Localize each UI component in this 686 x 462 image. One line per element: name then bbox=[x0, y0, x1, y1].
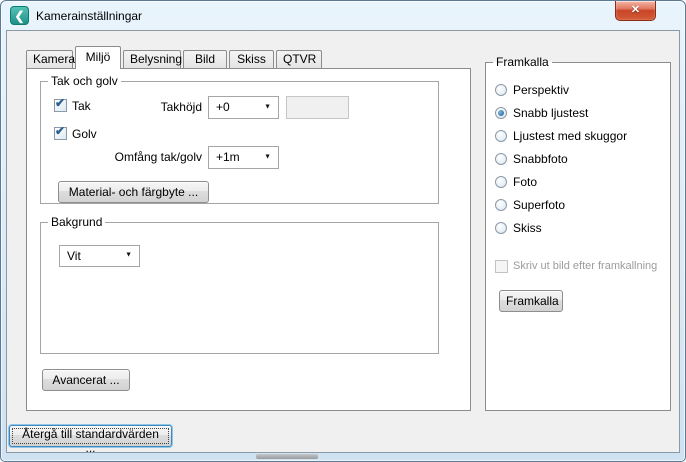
radio-perspektiv[interactable] bbox=[495, 84, 507, 96]
omfang-label: Omfång tak/golv bbox=[101, 150, 202, 164]
framkalla-button[interactable]: Framkalla bbox=[499, 290, 563, 312]
tab-kamera[interactable]: Kamera bbox=[26, 50, 73, 68]
chevron-down-icon: ▼ bbox=[125, 245, 132, 266]
omfang-combobox-value: +1m bbox=[216, 150, 240, 164]
avancerat-button[interactable]: Avancerat ... bbox=[42, 369, 130, 391]
chevron-down-icon: ▼ bbox=[264, 96, 271, 117]
radio-snabbfoto-label: Snabbfoto bbox=[513, 152, 568, 166]
radio-foto[interactable] bbox=[495, 176, 507, 188]
golv-checkbox-label: Golv bbox=[72, 127, 97, 141]
radio-skiss-label: Skiss bbox=[513, 221, 542, 235]
group-bakgrund: Bakgrund Vit ▼ bbox=[40, 215, 439, 354]
chevron-down-icon: ▼ bbox=[264, 146, 271, 167]
resize-grip[interactable] bbox=[256, 454, 318, 459]
radio-ljustest-med-skuggor-label: Ljustest med skuggor bbox=[513, 129, 627, 143]
close-icon: ✕ bbox=[616, 1, 655, 19]
radio-foto-label: Foto bbox=[513, 175, 537, 189]
tak-checkbox[interactable]: ✔ bbox=[54, 99, 67, 112]
material-fargbyte-button[interactable]: Material- och färgbyte ... bbox=[58, 181, 209, 203]
radio-snabbfoto[interactable] bbox=[495, 153, 507, 165]
app-back-icon: ❮ bbox=[10, 6, 29, 25]
check-icon: ✔ bbox=[55, 96, 65, 110]
radio-snabb-ljustest-label: Snabb ljustest bbox=[513, 106, 588, 120]
dialog-client-area: Kamera Miljö Belysning Bild Skiss QTVR T… bbox=[6, 30, 680, 453]
tab-belysning[interactable]: Belysning bbox=[123, 50, 181, 68]
takhojd-combobox-value: +0 bbox=[216, 100, 230, 114]
check-icon: ✔ bbox=[55, 124, 65, 138]
reset-defaults-button[interactable]: Återgå till standardvärden ... bbox=[9, 425, 172, 447]
group-tak-och-golv-label: Tak och golv bbox=[48, 74, 121, 88]
tab-page-miljo: Tak och golv ✔ Tak Takhöjd +0 ▼ ✔ Golv O… bbox=[26, 68, 471, 411]
omfang-combobox[interactable]: +1m ▼ bbox=[208, 146, 279, 169]
window-title: Kamerainställningar bbox=[36, 9, 142, 23]
tak-checkbox-label: Tak bbox=[72, 99, 91, 113]
titlebar[interactable]: ❮ Kamerainställningar ✕ bbox=[1, 1, 685, 30]
takhojd-combobox[interactable]: +0 ▼ bbox=[208, 96, 279, 119]
tab-skiss[interactable]: Skiss bbox=[229, 50, 274, 68]
tab-miljo[interactable]: Miljö bbox=[75, 46, 121, 69]
golv-checkbox[interactable]: ✔ bbox=[54, 127, 67, 140]
bakgrund-combobox-value: Vit bbox=[67, 249, 81, 263]
dialog-window: ❮ Kamerainställningar ✕ Kamera Miljö Bel… bbox=[0, 0, 686, 462]
radio-superfoto[interactable] bbox=[495, 199, 507, 211]
takhojd-input-disabled bbox=[286, 96, 349, 119]
radio-superfoto-label: Superfoto bbox=[513, 198, 565, 212]
radio-skiss[interactable] bbox=[495, 222, 507, 234]
tab-bild[interactable]: Bild bbox=[183, 50, 227, 68]
bakgrund-combobox[interactable]: Vit ▼ bbox=[59, 245, 140, 267]
group-framkalla: Framkalla Perspektiv Snabb ljustest Ljus… bbox=[485, 55, 671, 411]
print-after-develop-label: Skriv ut bild efter framkallning bbox=[513, 260, 657, 272]
tab-qtvr[interactable]: QTVR bbox=[276, 50, 322, 68]
radio-dot bbox=[498, 110, 504, 116]
group-bakgrund-label: Bakgrund bbox=[48, 215, 105, 229]
group-tak-och-golv: Tak och golv ✔ Tak Takhöjd +0 ▼ ✔ Golv O… bbox=[40, 74, 439, 204]
radio-perspektiv-label: Perspektiv bbox=[513, 83, 569, 97]
print-after-develop-checkbox bbox=[495, 260, 508, 273]
radio-snabb-ljustest[interactable] bbox=[495, 107, 507, 119]
radio-ljustest-med-skuggor[interactable] bbox=[495, 130, 507, 142]
takhojd-label: Takhöjd bbox=[141, 100, 202, 114]
group-framkalla-label: Framkalla bbox=[493, 55, 552, 69]
close-button[interactable]: ✕ bbox=[615, 1, 656, 21]
